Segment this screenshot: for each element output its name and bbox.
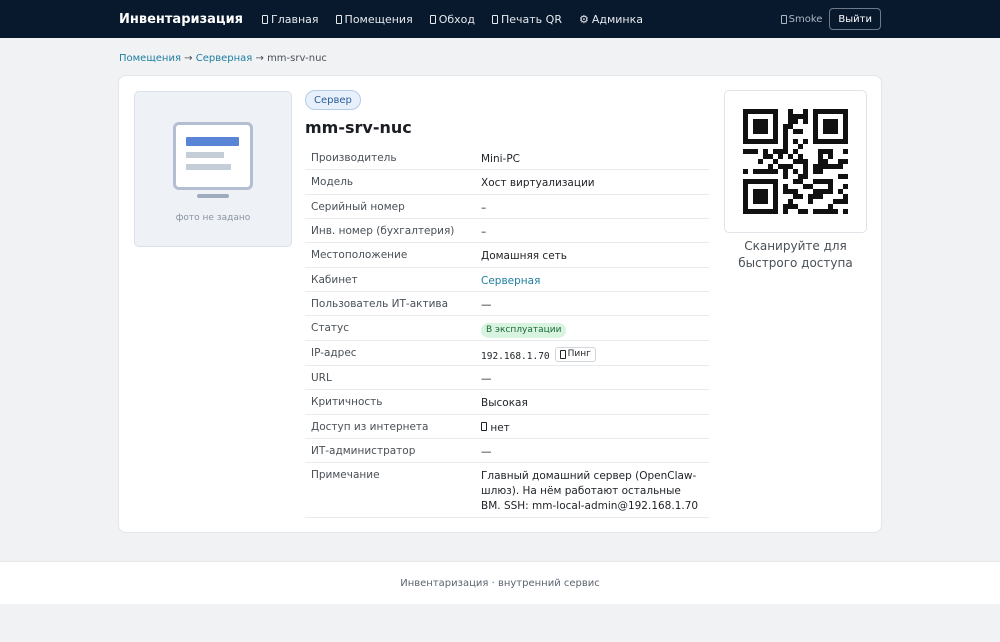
current-user: Smoke xyxy=(780,13,823,25)
property-key: Доступ из интернета xyxy=(311,421,429,433)
qr-caption: Сканируйте для быстрого доступа xyxy=(738,239,853,270)
property-row: Местоположение Домашняя сеть xyxy=(305,243,709,268)
property-row: ИТ-администратор — xyxy=(305,439,709,463)
property-row: URL — xyxy=(305,366,709,390)
property-key: Производитель xyxy=(311,152,397,164)
ping-label: Пинг xyxy=(567,349,591,359)
property-row: Пользователь ИТ-актива — xyxy=(305,292,709,316)
property-value: – xyxy=(481,226,487,238)
asset-card: фото не задано Сервер mm-srv-nuc Произво… xyxy=(118,75,882,533)
property-value: Домашняя сеть xyxy=(481,250,567,262)
property-value: Главный домашний сервер (OpenClaw-шлюз).… xyxy=(481,470,699,512)
property-row: Доступ из интернета нет xyxy=(305,415,709,439)
property-key: Пользователь ИТ-актива xyxy=(311,298,449,310)
logout-button[interactable]: Выйти xyxy=(829,8,881,30)
footer-text: Инвентаризация · внутренний сервис xyxy=(400,577,600,589)
property-key: Инв. номер (бухгалтерия) xyxy=(311,225,455,237)
nav-rounds-link[interactable]: Обход xyxy=(429,12,475,26)
property-key: IP-адрес xyxy=(311,347,357,359)
nav-rounds-label: Обход xyxy=(438,12,475,26)
gear-icon: ⚙ xyxy=(578,12,589,26)
signal-icon xyxy=(559,350,566,359)
property-value: В эксплуатации xyxy=(481,316,703,340)
breadcrumb-rooms-link[interactable]: Помещения xyxy=(119,53,181,64)
ip-address: 192.168.1.70 xyxy=(481,351,550,362)
room-link[interactable]: Серверная xyxy=(481,268,703,291)
property-key: Модель xyxy=(311,176,354,188)
door-icon xyxy=(335,14,342,24)
property-row: Критичность Высокая xyxy=(305,390,709,415)
property-key: Местоположение xyxy=(311,249,408,261)
property-value: — xyxy=(481,373,492,385)
home-icon xyxy=(262,14,269,24)
property-row: Производитель Mini-PC xyxy=(305,146,709,170)
property-value: — xyxy=(481,299,492,311)
property-row: Статус В эксплуатации xyxy=(305,316,709,341)
property-value: – xyxy=(481,202,487,214)
asset-type-badge: Сервер xyxy=(305,90,361,110)
property-row: Инв. номер (бухгалтерия) – xyxy=(305,219,709,243)
nav-rooms-label: Помещения xyxy=(344,12,413,26)
clipboard-icon xyxy=(429,14,436,24)
property-key: ИТ-администратор xyxy=(311,445,416,457)
property-row: IP-адрес 192.168.1.70 Пинг xyxy=(305,341,709,366)
breadcrumb: Помещения → Серверная → mm-srv-nuc xyxy=(119,53,327,64)
property-key: Примечание xyxy=(311,469,380,481)
nav-user-area: Smoke Выйти xyxy=(780,0,881,38)
property-value: Хост виртуализации xyxy=(481,177,595,189)
asset-title: mm-srv-nuc xyxy=(305,118,412,137)
property-value: Mini-PC xyxy=(481,153,521,165)
breadcrumb-separator: → xyxy=(255,53,264,64)
nav-print-qr-label: Печать QR xyxy=(501,12,562,26)
property-key: Статус xyxy=(311,322,349,334)
property-row: Модель Хост виртуализации xyxy=(305,170,709,195)
property-key: URL xyxy=(311,372,332,384)
property-value: 192.168.1.70 Пинг xyxy=(481,341,703,365)
ping-button[interactable]: Пинг xyxy=(554,347,596,362)
property-value: — xyxy=(481,446,492,458)
breadcrumb-separator: → xyxy=(184,53,193,64)
property-key: Серийный номер xyxy=(311,201,405,213)
asset-photo-placeholder: фото не задано xyxy=(134,91,292,247)
property-key: Кабинет xyxy=(311,274,358,286)
property-row: Примечание Главный домашний сервер (OpenC… xyxy=(305,463,709,518)
property-value: нет xyxy=(481,415,703,438)
nav-rooms-link[interactable]: Помещения xyxy=(335,12,413,26)
nav-home-label: Главная xyxy=(271,12,319,26)
monitor-placeholder-icon xyxy=(173,122,253,190)
nav-admin-label: Админка xyxy=(591,12,643,26)
property-row: Кабинет Серверная xyxy=(305,268,709,292)
user-name: Smoke xyxy=(788,13,823,25)
internet-access-value: нет xyxy=(490,422,510,434)
top-navbar: Инвентаризация Главная Помещения Обход П… xyxy=(0,0,1000,38)
property-row: Серийный номер – xyxy=(305,195,709,219)
printer-icon xyxy=(492,14,498,24)
nav-admin-link[interactable]: ⚙ Админка xyxy=(579,13,643,26)
nav-home-link[interactable]: Главная xyxy=(262,13,319,26)
status-badge: В эксплуатации xyxy=(481,323,567,338)
nav-print-qr-link[interactable]: Печать QR xyxy=(492,13,562,26)
user-icon xyxy=(780,14,787,24)
property-value: Высокая xyxy=(481,397,528,409)
property-key: Критичность xyxy=(311,396,383,408)
breadcrumb-room-link[interactable]: Серверная xyxy=(196,53,253,64)
photo-caption: фото не задано xyxy=(175,213,251,223)
footer: Инвентаризация · внутренний сервис xyxy=(0,561,1000,604)
qr-code-box xyxy=(724,90,867,233)
lock-icon xyxy=(481,422,487,431)
qr-code-icon xyxy=(743,109,848,214)
brand-link[interactable]: Инвентаризация xyxy=(119,12,243,27)
breadcrumb-current: mm-srv-nuc xyxy=(267,53,327,64)
asset-properties-table: Производитель Mini-PC Модель Хост виртуали… xyxy=(305,146,709,518)
